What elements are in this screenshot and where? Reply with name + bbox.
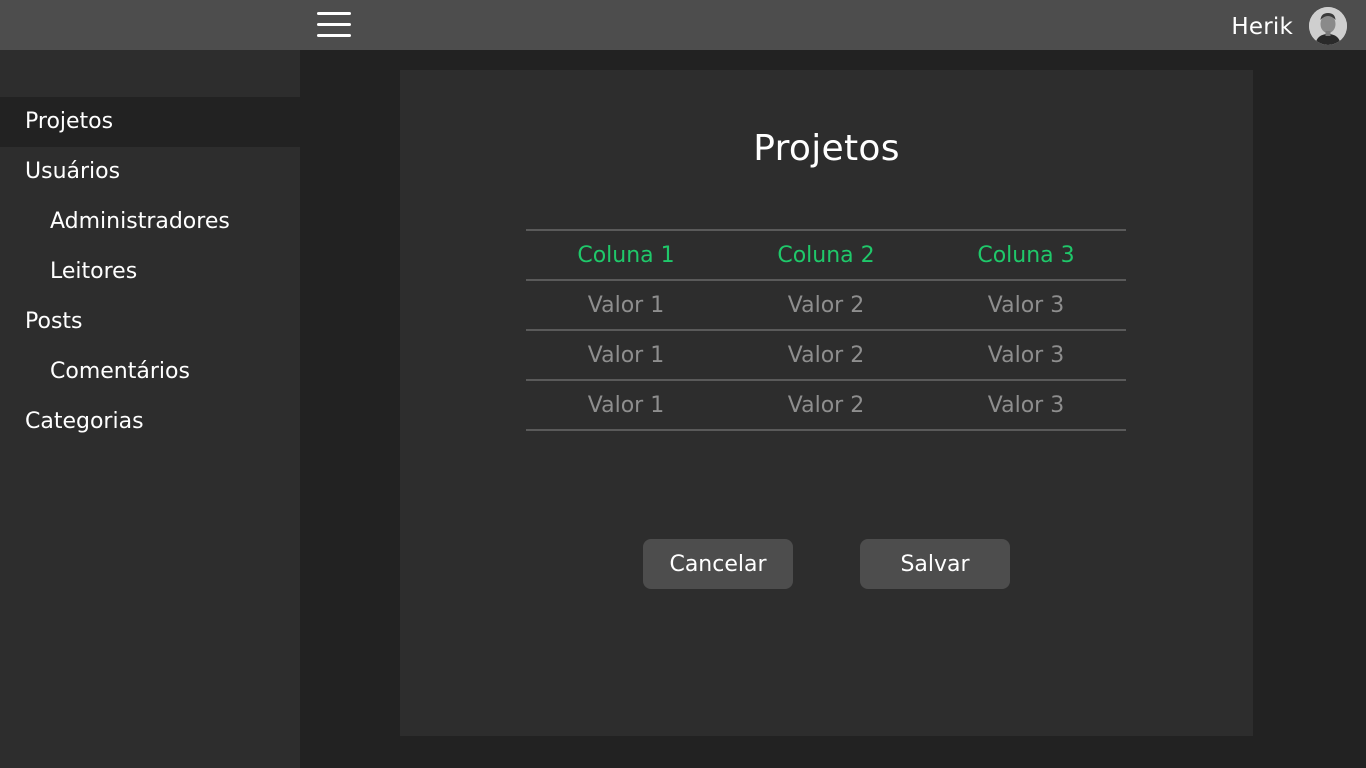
column-header[interactable]: Coluna 3 (926, 229, 1126, 281)
menu-line (317, 12, 351, 15)
sidebar-item-leitores[interactable]: Leitores (0, 247, 300, 297)
table-row[interactable]: Valor 1 Valor 2 Valor 3 (526, 330, 1126, 381)
table-header-row: Coluna 1 Coluna 2 Coluna 3 (526, 229, 1126, 281)
sidebar-item-categorias[interactable]: Categorias (0, 397, 300, 447)
content-panel: Projetos Coluna 1 Coluna 2 Coluna 3 Valo… (400, 70, 1253, 736)
user-avatar[interactable] (1309, 7, 1347, 45)
sidebar-item-posts[interactable]: Posts (0, 297, 300, 347)
cancel-button[interactable]: Cancelar (643, 539, 793, 589)
table-cell: Valor 1 (526, 280, 726, 331)
sidebar-item-projetos[interactable]: Projetos (0, 97, 300, 147)
data-table: Coluna 1 Coluna 2 Coluna 3 Valor 1 Valor… (526, 229, 1126, 431)
table-cell: Valor 1 (526, 330, 726, 381)
sidebar-item-usuarios[interactable]: Usuários (0, 147, 300, 197)
table-cell: Valor 2 (726, 330, 926, 381)
table-cell: Valor 3 (926, 280, 1126, 331)
table-cell: Valor 1 (526, 380, 726, 431)
table-cell: Valor 2 (726, 380, 926, 431)
hamburger-menu-icon[interactable] (316, 11, 352, 39)
top-bar: Herik (0, 0, 1366, 50)
table-cell: Valor 2 (726, 280, 926, 331)
table-cell: Valor 3 (926, 380, 1126, 431)
avatar-photo (1309, 7, 1347, 45)
user-name[interactable]: Herik (1231, 12, 1293, 42)
menu-line (317, 34, 351, 37)
column-header[interactable]: Coluna 1 (526, 229, 726, 281)
table-cell: Valor 3 (926, 330, 1126, 381)
sidebar: Projetos Usuários Administradores Leitor… (0, 50, 300, 768)
sidebar-item-administradores[interactable]: Administradores (0, 197, 300, 247)
menu-line (317, 23, 351, 26)
page-title: Projetos (753, 128, 900, 169)
table-row[interactable]: Valor 1 Valor 2 Valor 3 (526, 280, 1126, 331)
save-button[interactable]: Salvar (860, 539, 1010, 589)
table-row[interactable]: Valor 1 Valor 2 Valor 3 (526, 380, 1126, 431)
sidebar-item-comentarios[interactable]: Comentários (0, 347, 300, 397)
column-header[interactable]: Coluna 2 (726, 229, 926, 281)
